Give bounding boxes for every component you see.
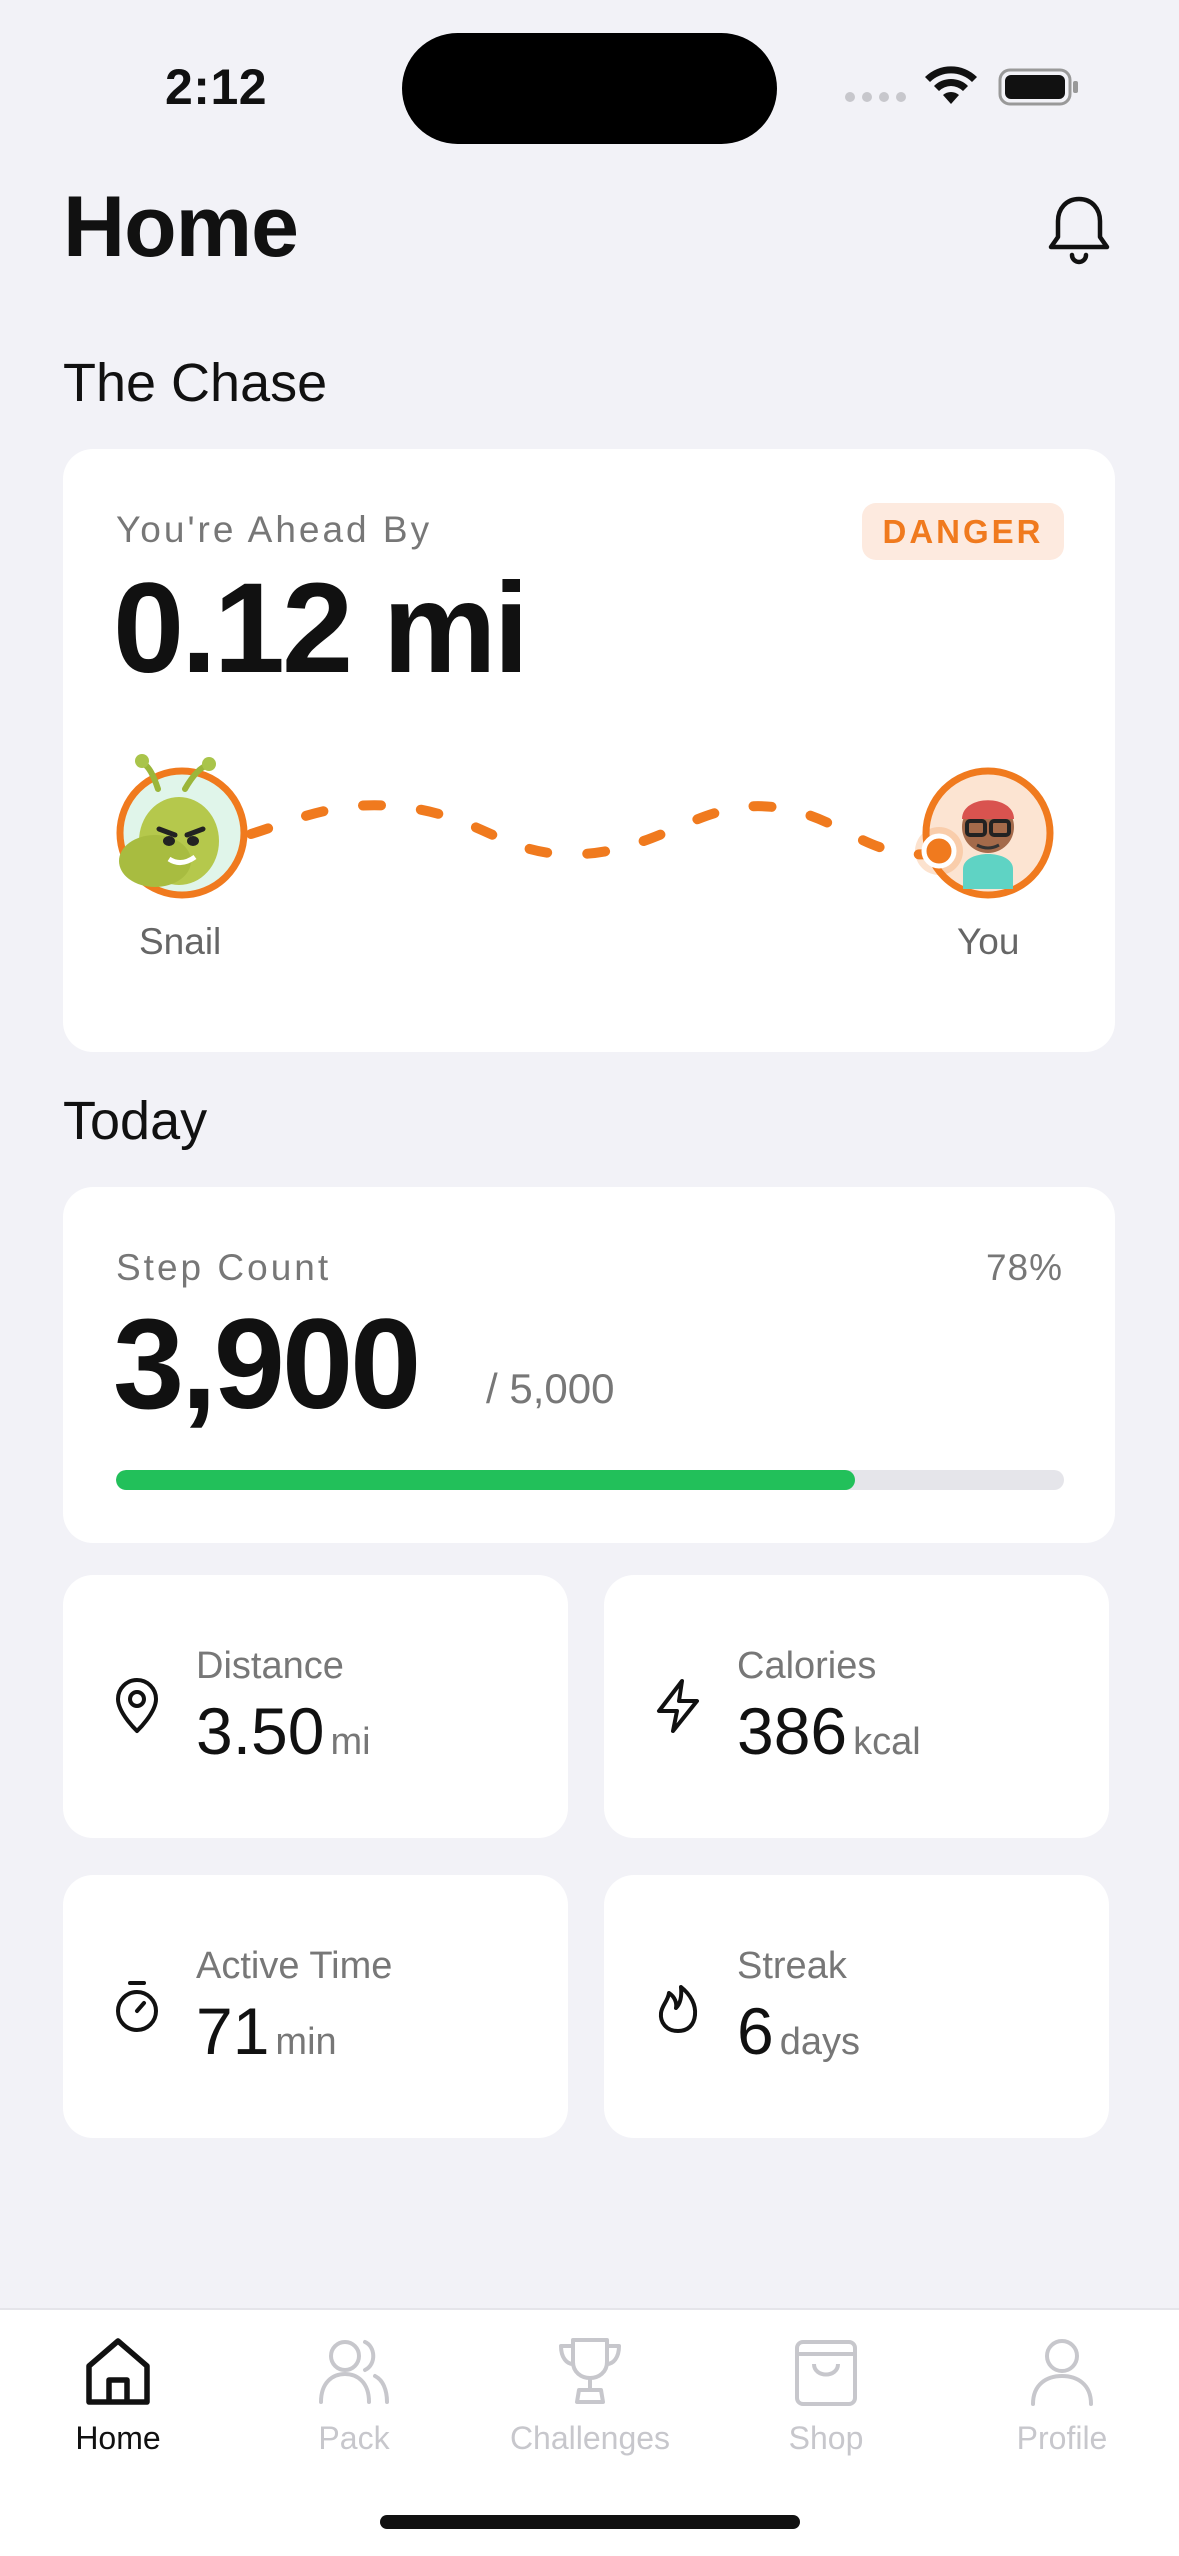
active-time-value: 71 min	[196, 1994, 337, 2068]
step-percent: 78%	[985, 1247, 1063, 1288]
home-screen: 2:12 Home The Chase You're Ahead By DANG…	[0, 0, 1179, 2556]
step-count-card[interactable]: Step Count 78% 3,900 / 5,000	[63, 1187, 1115, 1543]
stopwatch-icon	[116, 1981, 158, 2032]
flame-icon	[658, 1985, 698, 2033]
distance-value: 3.50 mi	[196, 1694, 371, 1768]
cellular-signal-icon	[845, 92, 906, 102]
distance-card[interactable]: Distance 3.50 mi	[63, 1575, 568, 1838]
notification-bell-icon[interactable]	[1044, 193, 1114, 265]
step-progress-fill	[116, 1470, 856, 1490]
streak-unit: days	[779, 2021, 860, 2063]
status-time: 2:12	[165, 59, 268, 115]
calories-card[interactable]: Calories 386 kcal	[604, 1575, 1109, 1838]
shopping-bag-icon	[795, 2340, 857, 2406]
calories-value: 386 kcal	[737, 1694, 921, 1768]
chase-path-line	[246, 800, 938, 860]
dynamic-island	[402, 33, 777, 144]
lightning-icon	[657, 1679, 699, 1733]
tab-challenges-label: Challenges	[509, 2420, 671, 2456]
active-time-unit: min	[275, 2021, 337, 2063]
active-time-label: Active Time	[196, 1945, 393, 1987]
home-icon	[86, 2338, 150, 2405]
tab-shop[interactable]: Shop	[708, 2310, 944, 2470]
streak-card[interactable]: Streak 6 days	[604, 1875, 1109, 2138]
tab-challenges[interactable]: Challenges	[472, 2310, 708, 2470]
tab-profile-label: Profile	[1016, 2420, 1108, 2456]
home-indicator	[380, 2515, 800, 2529]
your-position-marker	[915, 827, 963, 875]
trophy-icon	[559, 2338, 621, 2404]
battery-icon	[998, 68, 1078, 106]
chase-card[interactable]: You're Ahead By DANGER 0.12 mi Snail You	[63, 449, 1115, 1052]
today-section-title: Today	[63, 1091, 208, 1151]
calories-label: Calories	[737, 1645, 877, 1687]
step-goal: / 5,000	[486, 1365, 615, 1412]
tab-home[interactable]: Home	[0, 2310, 236, 2470]
location-pin-icon	[116, 1678, 158, 1733]
distance-label: Distance	[196, 1645, 344, 1687]
calories-unit: kcal	[853, 1721, 921, 1763]
step-count-label: Step Count	[116, 1247, 332, 1288]
chase-section-title: The Chase	[63, 353, 328, 413]
wifi-icon	[925, 66, 977, 104]
distance-unit: mi	[330, 1721, 371, 1763]
streak-value: 6 days	[737, 1994, 860, 2068]
tab-pack-label: Pack	[318, 2420, 390, 2456]
tab-pack[interactable]: Pack	[236, 2310, 472, 2470]
step-progress-bar	[116, 1470, 1064, 1490]
people-icon	[319, 2340, 389, 2404]
person-icon	[1031, 2339, 1093, 2406]
snail-label: Snail	[139, 921, 222, 962]
page-title: Home	[63, 179, 299, 275]
streak-label: Streak	[737, 1945, 847, 1987]
you-label: You	[957, 921, 1020, 962]
step-count-value: 3,900	[113, 1293, 421, 1436]
snail-avatar-icon	[116, 754, 248, 899]
tab-profile[interactable]: Profile	[944, 2310, 1179, 2470]
active-time-card[interactable]: Active Time 71 min	[63, 1875, 568, 2138]
tab-home-label: Home	[75, 2420, 161, 2456]
tab-shop-label: Shop	[788, 2420, 864, 2456]
